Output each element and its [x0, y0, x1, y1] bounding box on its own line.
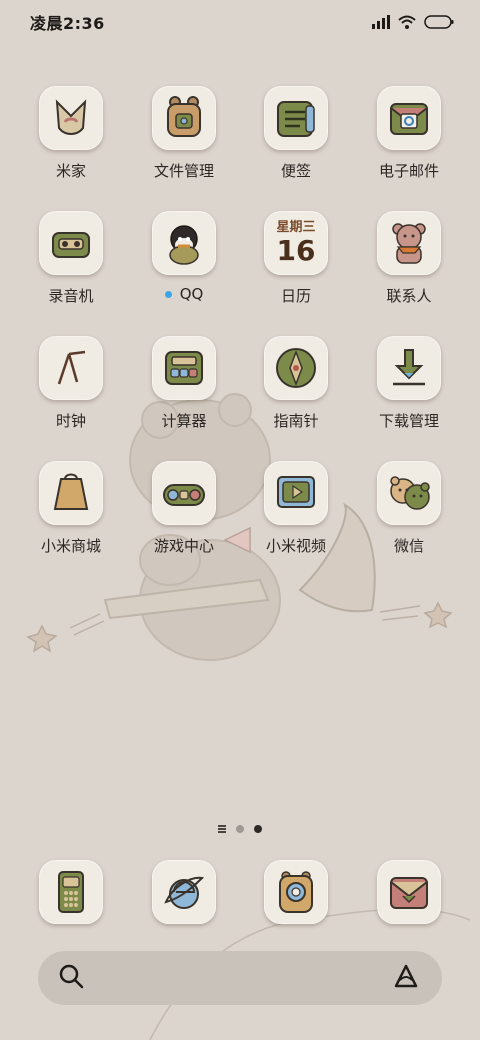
signal-icon	[372, 15, 390, 29]
page-dot-2-active[interactable]	[254, 825, 262, 833]
app-calendar[interactable]: 星期三 16 日历	[241, 211, 351, 311]
app-label: 便签	[280, 162, 311, 180]
app-tile[interactable]	[264, 461, 328, 525]
qq-icon	[169, 225, 199, 265]
phone-icon	[58, 871, 84, 913]
app-tile[interactable]: 星期三 16	[264, 211, 328, 275]
app-game-center[interactable]: 游戏中心	[129, 461, 239, 561]
email-icon	[390, 103, 428, 135]
calendar-day: 16	[276, 234, 316, 267]
dock-camera[interactable]	[241, 860, 351, 924]
app-tile[interactable]	[377, 461, 441, 525]
search-icon[interactable]	[58, 963, 84, 993]
page-indicator[interactable]	[0, 820, 480, 838]
app-mi-store[interactable]: 小米商城	[16, 461, 126, 561]
app-label: 文件管理	[153, 162, 214, 180]
app-tile[interactable]	[39, 860, 103, 924]
app-file-manager[interactable]: 文件管理	[129, 86, 239, 186]
app-label-text: QQ	[179, 285, 204, 303]
wifi-icon	[398, 15, 416, 29]
status-icons	[372, 15, 454, 29]
app-mi-video[interactable]: 小米视频	[241, 461, 351, 561]
app-tile[interactable]	[377, 336, 441, 400]
app-label: QQ	[164, 285, 204, 303]
dock-messages[interactable]	[354, 860, 464, 924]
app-tile[interactable]	[152, 860, 216, 924]
page-dot-1[interactable]	[236, 825, 244, 833]
app-tile[interactable]	[39, 461, 103, 525]
app-tile[interactable]	[264, 336, 328, 400]
app-tile[interactable]	[39, 211, 103, 275]
app-label: 小米视频	[265, 537, 326, 555]
app-tile[interactable]	[39, 336, 103, 400]
new-notification-dot	[164, 290, 172, 298]
app-mijia[interactable]: 米家	[16, 86, 126, 186]
app-label: 时钟	[55, 412, 86, 430]
wechat-icon	[390, 476, 430, 510]
app-label: 米家	[55, 162, 86, 180]
app-tile[interactable]	[152, 86, 216, 150]
camera-icon	[279, 871, 313, 913]
app-label: 微信	[393, 537, 424, 555]
app-tile[interactable]	[264, 860, 328, 924]
app-tile[interactable]	[39, 86, 103, 150]
notes-icon	[277, 101, 315, 137]
app-label: 日历	[280, 287, 311, 305]
app-label: 下载管理	[378, 412, 439, 430]
app-calculator[interactable]: 计算器	[129, 336, 239, 436]
app-qq[interactable]: QQ	[129, 211, 239, 311]
app-drawer-indicator-icon[interactable]	[218, 825, 226, 833]
app-clock[interactable]: 时钟	[16, 336, 126, 436]
contacts-icon	[392, 223, 426, 264]
assistant-icon[interactable]	[390, 962, 422, 994]
app-recorder[interactable]: 录音机	[16, 211, 126, 311]
dock-browser[interactable]	[129, 860, 239, 924]
app-download[interactable]: 下载管理	[354, 336, 464, 436]
download-icon	[393, 349, 425, 386]
app-label: 指南针	[273, 412, 319, 430]
app-tile[interactable]	[377, 211, 441, 275]
browser-icon	[164, 876, 205, 909]
calculator-icon	[165, 351, 203, 385]
app-label: 电子邮件	[378, 162, 439, 180]
mijia-icon	[55, 99, 87, 135]
app-contacts[interactable]: 联系人	[354, 211, 464, 311]
search-bar[interactable]	[38, 951, 442, 1005]
app-label: 游戏中心	[153, 537, 214, 555]
status-bar: 凌晨2:36	[0, 0, 480, 44]
file-manager-icon	[167, 96, 201, 137]
compass-icon	[276, 348, 316, 388]
app-label: 联系人	[386, 287, 432, 305]
app-tile[interactable]	[152, 336, 216, 400]
app-notes[interactable]: 便签	[241, 86, 351, 186]
battery-icon	[424, 15, 454, 29]
dock-phone[interactable]	[16, 860, 126, 924]
status-time: 凌晨2:36	[30, 14, 105, 33]
app-tile[interactable]	[377, 860, 441, 924]
app-label: 计算器	[161, 412, 207, 430]
recorder-icon	[52, 232, 90, 258]
app-label: 录音机	[48, 287, 94, 305]
app-label: 小米商城	[40, 537, 101, 555]
app-tile[interactable]	[152, 461, 216, 525]
app-tile[interactable]	[377, 86, 441, 150]
mi-store-icon	[53, 473, 89, 510]
app-tile[interactable]	[264, 86, 328, 150]
game-center-icon	[163, 484, 205, 506]
clock-icon	[57, 350, 86, 385]
mi-video-icon	[277, 476, 315, 508]
messages-icon	[390, 877, 428, 909]
app-tile[interactable]	[152, 211, 216, 275]
app-compass[interactable]: 指南针	[241, 336, 351, 436]
app-email[interactable]: 电子邮件	[354, 86, 464, 186]
app-wechat[interactable]: 微信	[354, 461, 464, 561]
